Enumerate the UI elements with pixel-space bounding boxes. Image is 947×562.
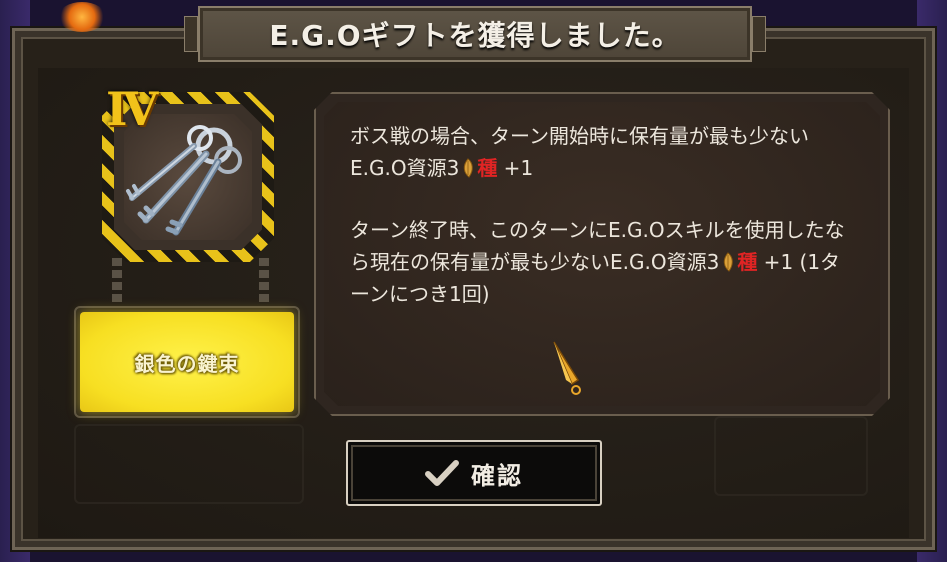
quill-pen-icon — [553, 341, 581, 395]
torch-glow — [58, 2, 106, 32]
decorative-frame-right — [714, 416, 868, 496]
checkmark-icon — [425, 460, 459, 486]
seed-label: 種 — [737, 250, 758, 274]
seed-icon — [464, 158, 474, 178]
tier-badge: Ⅳ — [106, 82, 158, 136]
chain-right — [259, 258, 269, 304]
confirm-button[interactable]: 確認 — [346, 440, 602, 506]
dialog-title: E.G.Oギフトを獲得しました。 — [269, 19, 681, 52]
gift-description: ボス戦の場合、ターン開始時に保有量が最も少ないE.G.O資源3 種 +1 ターン終… — [350, 120, 850, 310]
seed-icon — [724, 252, 734, 272]
gift-name-highlight: 銀色の鍵束 — [80, 312, 294, 412]
seed-label: 種 — [477, 156, 498, 180]
gift-name: 銀色の鍵束 — [134, 351, 240, 376]
title-plate: E.G.Oギフトを獲得しました。 — [184, 6, 766, 62]
confirm-button-label: 確認 — [471, 461, 523, 490]
description-paragraph-2: ターン終了時、このターンにE.G.Oスキルを使用したなら現在の保有量が最も少ない… — [350, 218, 845, 306]
chain-left — [112, 258, 122, 304]
description-paragraph-1: ボス戦の場合、ターン開始時に保有量が最も少ないE.G.O資源3 種 +1 — [350, 124, 809, 180]
decorative-frame-left — [74, 424, 304, 504]
